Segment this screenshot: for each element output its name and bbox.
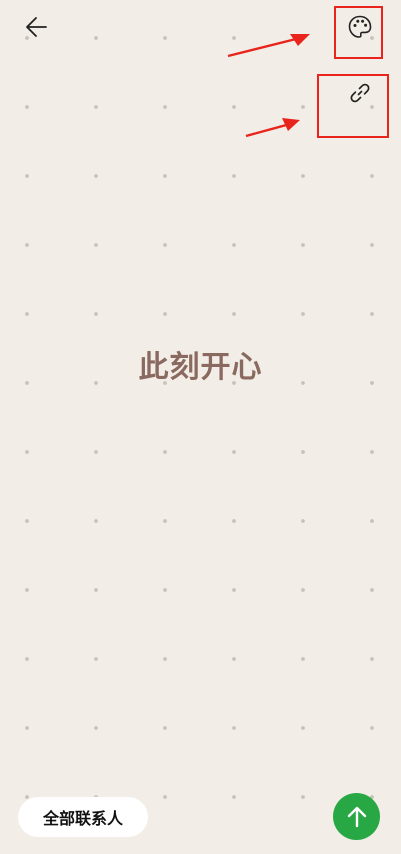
palette-icon — [348, 15, 372, 38]
publish-button[interactable] — [333, 793, 380, 840]
arrow-left-icon — [26, 17, 47, 37]
annotation-arrow — [227, 34, 310, 58]
link-icon — [350, 83, 370, 103]
arrow-up-icon — [347, 806, 366, 827]
annotation-arrow — [245, 118, 300, 138]
back-button[interactable] — [20, 10, 54, 44]
status-text: 此刻开心 — [138, 350, 263, 385]
share-link-button[interactable] — [345, 78, 375, 108]
all-contacts-button[interactable]: 全部联系人 — [18, 797, 148, 837]
theme-palette-button[interactable] — [345, 12, 375, 42]
